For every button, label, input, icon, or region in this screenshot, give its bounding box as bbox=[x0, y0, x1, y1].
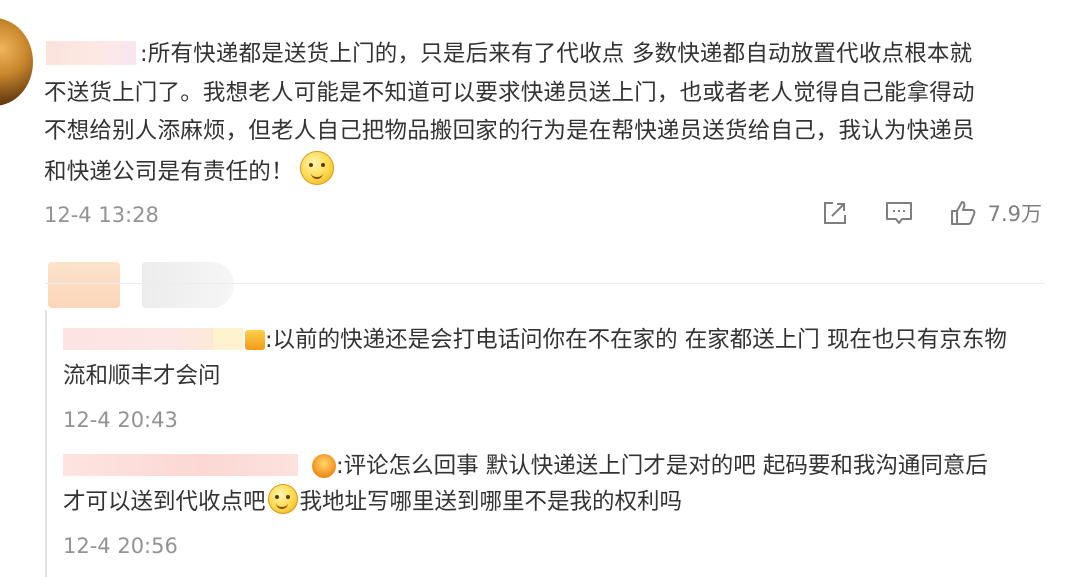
comment-timestamp: 12-4 13:28 bbox=[44, 203, 159, 227]
member-badge-icon bbox=[245, 330, 265, 350]
username-redacted[interactable] bbox=[63, 328, 213, 350]
reply-timestamp: 12-4 20:56 bbox=[63, 534, 178, 558]
main-comment-line: 不想给别人添麻烦，但老人自己把物品搬回家的行为是在帮快递员送货给自己，我认为快递… bbox=[44, 118, 975, 144]
main-comment-line: :所有快递都是送货上门的，只是后来有了代收点 多数快递都自动放置代收点根本就 bbox=[140, 41, 973, 67]
thumbs-up-icon bbox=[948, 198, 978, 228]
reply-text: 才可以送到代收点吧 bbox=[63, 489, 266, 515]
comment-icon[interactable] bbox=[884, 198, 914, 228]
reply-text: :评论怎么回事 默认快递送上门才是对的吧 起码要和我沟通同意后 bbox=[336, 453, 988, 479]
redacted-block bbox=[142, 262, 234, 308]
reply-item: :评论怎么回事 默认快递送上门才是对的吧 起码要和我沟通同意后 才可以送到代收点… bbox=[63, 448, 1043, 520]
username-redacted[interactable] bbox=[213, 328, 243, 350]
main-comment-line: 和快递公司是有责任的！ bbox=[44, 158, 294, 185]
reply-text: 我地址写哪里送到哪里不是我的权利吗 bbox=[299, 489, 683, 515]
redacted-block bbox=[48, 262, 120, 308]
thinking-face-emoji-icon bbox=[299, 150, 334, 185]
share-icon[interactable] bbox=[820, 198, 850, 228]
reply-text: 流和顺丰才会问 bbox=[63, 363, 221, 389]
divider bbox=[45, 283, 1045, 284]
like-count: 7.9万 bbox=[987, 202, 1042, 226]
reply-thread-line bbox=[45, 310, 47, 577]
crown-badge-icon bbox=[312, 454, 336, 478]
reply-header-redacted bbox=[48, 262, 248, 310]
main-comment-text: :所有快递都是送货上门的，只是后来有了代收点 多数快递都自动放置代收点根本就 不… bbox=[44, 35, 1044, 191]
avatar[interactable] bbox=[0, 18, 33, 106]
speechless-face-emoji-icon bbox=[267, 484, 298, 514]
main-comment-line: 不送货上门了。我想老人可能是不知道可以要求快递员送上门，也或者老人觉得自己能拿得… bbox=[44, 79, 975, 106]
username-redacted[interactable] bbox=[63, 454, 298, 476]
like-button[interactable]: 7.9万 bbox=[948, 198, 1042, 228]
comment-thread: :所有快递都是送货上门的，只是后来有了代收点 多数快递都自动放置代收点根本就 不… bbox=[0, 0, 1072, 577]
comment-actions: 7.9万 bbox=[820, 198, 1042, 228]
reply-timestamp: 12-4 20:43 bbox=[63, 408, 178, 432]
reply-item: :以前的快递还是会打电话问你在不在家的 在家都送上门 现在也只有京东物 流和顺丰… bbox=[63, 322, 1043, 394]
reply-text: :以前的快递还是会打电话问你在不在家的 在家都送上门 现在也只有京东物 bbox=[265, 327, 1007, 353]
